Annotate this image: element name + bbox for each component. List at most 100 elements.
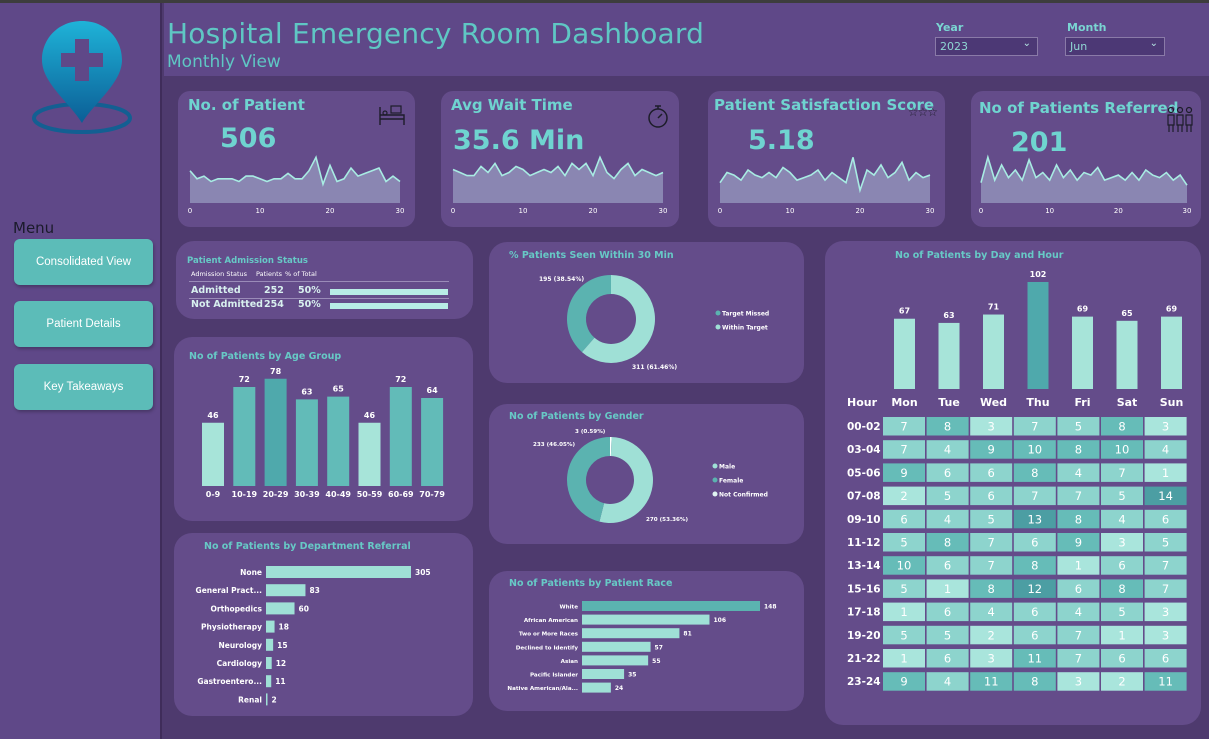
heatmap-column-label: Fri: [1074, 396, 1090, 409]
gender-data-label: 270 (53.36%): [646, 517, 688, 523]
sparkline-tick-label: 30: [926, 207, 935, 215]
kpi-sparkline: 0 10 20 30: [979, 154, 1191, 215]
heatmap-cell-value: 8: [944, 420, 951, 434]
kpi-sparkline: 0 10 20 30: [451, 155, 667, 215]
heatmap-cell-value: 3: [988, 420, 995, 434]
chevron-down-icon: ⌄: [1022, 38, 1031, 49]
dept-bar: [266, 566, 411, 578]
day-bar-value-label: 102: [1030, 270, 1047, 279]
sparkline-tick-label: 0: [451, 207, 455, 215]
kpi-card-referred: No of Patients Referred 201 0 10 20 30: [971, 91, 1201, 227]
heatmap-row-label: 09-10: [847, 514, 881, 526]
age-category-label: 40-49: [325, 490, 351, 499]
legend-label: Within Target: [722, 325, 768, 332]
age-category-label: 50-59: [357, 490, 383, 499]
kpi-title: No. of Patient: [188, 96, 305, 114]
heatmap-cell-value: 6: [988, 489, 995, 503]
consolidated-view-button[interactable]: Consolidated View: [14, 239, 153, 285]
heatmap-cell-value: 5: [1118, 605, 1125, 619]
day-bar-and-heatmap: 67 637110269 65 69Hour Mon Tue Wed Thu Fri Sat Sun…: [847, 270, 1187, 691]
heatmap-row-label: 11-12: [847, 537, 881, 549]
dept-category-label: Renal: [238, 695, 262, 704]
header: Hospital Emergency Room Dashboard Monthl…: [164, 3, 1209, 76]
heatmap-cell-value: 5: [900, 536, 907, 550]
age-bar-value-label: 72: [239, 375, 250, 384]
day-bar: [1161, 316, 1182, 389]
heatmap-column-label: Wed: [980, 396, 1007, 409]
heatmap-cell-value: 5: [1162, 536, 1169, 550]
heatmap-cell-value: 9: [900, 675, 907, 689]
heatmap-cell-value: 7: [1162, 559, 1169, 573]
legend-marker: [712, 491, 718, 497]
day-bar-value-label: 63: [943, 311, 954, 320]
heatmap-column-label: Sat: [1117, 396, 1138, 409]
gender-donut-chart: 3 (0.59%) 233 (46.05%) 270 (53.36%) Male Fem…: [533, 429, 768, 523]
day-bar: [894, 318, 915, 389]
heatmap-row-label: 21-22: [847, 653, 881, 665]
day-bar: [1027, 282, 1049, 389]
gender-data-label: 3 (0.59%): [575, 429, 606, 435]
age-bar: [295, 399, 318, 486]
month-select-value: Jun: [1070, 40, 1088, 53]
heatmap-cell-value: 7: [1075, 652, 1082, 666]
heatmap-cell-value: 8: [944, 536, 951, 550]
race-category-label: African American: [524, 618, 578, 624]
age-bar: [358, 422, 381, 486]
dept-bar: [266, 602, 295, 615]
key-takeaways-button[interactable]: Key Takeaways: [14, 364, 153, 410]
heatmap-cell-value: 4: [988, 605, 995, 619]
stars-icon: ☆☆☆: [907, 105, 938, 119]
race-bar: [582, 682, 611, 693]
sparkline-tick-label: 20: [1114, 207, 1123, 215]
sidebar: Menu Consolidated View Patient Details K…: [0, 3, 162, 739]
row-bar: [330, 289, 448, 295]
heatmap-cell-value: 7: [900, 420, 907, 434]
race-bar: [582, 641, 651, 652]
day-bar: [1072, 316, 1093, 389]
legend-marker: [712, 477, 718, 483]
heatmap-cell-value: 3: [1162, 605, 1169, 619]
sparkline-area: [453, 157, 663, 203]
age-group-panel: No of Patients by Age Group 46 0-9 72 10-19…: [174, 337, 473, 521]
legend-label: Target Missed: [722, 311, 769, 318]
year-select[interactable]: 2023 ⌄: [935, 37, 1038, 56]
dept-bar: [266, 693, 268, 706]
sparkline-tick-label: 10: [256, 207, 265, 215]
patient-details-button[interactable]: Patient Details: [14, 301, 153, 347]
race-bar-chart: White 148 African American 106 Two or More R…: [507, 601, 777, 693]
day-bar-value-label: 65: [1121, 309, 1133, 318]
heatmap-cell-value: 11: [984, 675, 999, 689]
chevron-down-icon: ⌄: [1149, 38, 1158, 49]
seen-within-30-panel: % Patients Seen Within 30 Min 195 (38.54…: [489, 242, 804, 383]
race-bar: [582, 628, 680, 639]
race-panel: No of Patients by Patient Race White 148 A…: [489, 571, 804, 711]
heatmap-cell-value: 8: [1031, 466, 1038, 480]
age-bar-value-label: 63: [301, 387, 312, 396]
heatmap-cell-value: 4: [944, 512, 951, 526]
legend-label: Not Confirmed: [719, 492, 768, 499]
row-status: Not Admitted: [191, 299, 263, 310]
heatmap-cell-value: 6: [1162, 652, 1169, 666]
table-row: Admitted 252 50%: [176, 285, 473, 299]
age-bar: [233, 387, 256, 486]
heatmap-row-label: 13-14: [847, 560, 881, 572]
dept-bar-value-label: 15: [277, 641, 287, 650]
month-select[interactable]: Jun ⌄: [1065, 37, 1165, 56]
heatmap-cell-value: 7: [1075, 489, 1082, 503]
heatmap-cell-value: 7: [1031, 489, 1038, 503]
gender-data-label: 233 (46.05%): [533, 442, 575, 448]
heatmap-cell-value: 3: [1118, 536, 1125, 550]
dept-bar-value-label: 305: [415, 568, 431, 577]
age-bar-value-label: 46: [364, 411, 376, 420]
dept-bar-value-label: 60: [299, 604, 309, 613]
day-bar-value-label: 71: [988, 303, 1000, 312]
dept-bar-value-label: 11: [275, 677, 285, 686]
heatmap-cell-value: 6: [1118, 559, 1125, 573]
heatmap-column-label: Tue: [938, 396, 960, 409]
race-bar-value-label: 24: [615, 685, 623, 692]
heatmap-column-label: Sun: [1160, 396, 1184, 409]
heatmap-cell-value: 6: [944, 652, 951, 666]
legend-marker: [712, 463, 718, 469]
sparkline-tick-label: 10: [1045, 207, 1054, 215]
heatmap-cell-value: 2: [1118, 675, 1125, 689]
